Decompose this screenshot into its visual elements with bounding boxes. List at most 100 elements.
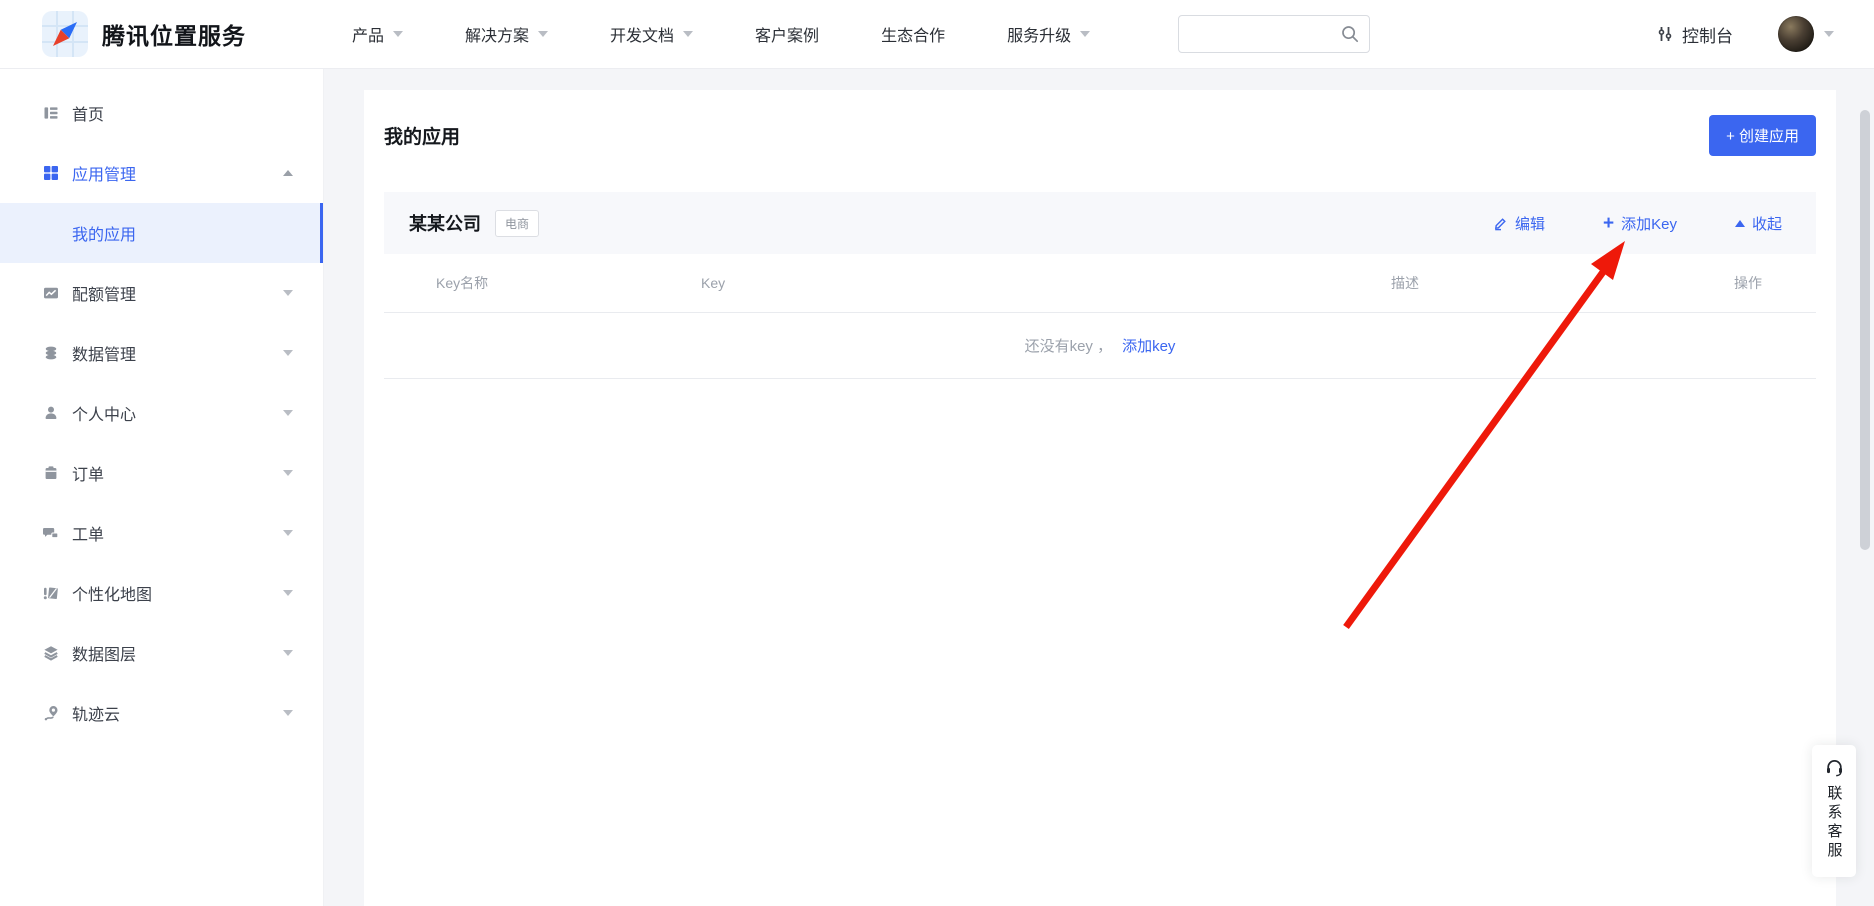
nav-label: 解决方案 (465, 22, 529, 46)
sidebar-item-data-management[interactable]: 数据管理 (0, 323, 323, 383)
ticket-chat-icon (43, 525, 59, 541)
sidebar-item-label: 应用管理 (72, 161, 136, 185)
order-clipboard-icon (43, 465, 59, 481)
sidebar-item-custom-map[interactable]: 个性化地图 (0, 563, 323, 623)
add-key-button[interactable]: + 添加Key (1603, 213, 1677, 234)
sidebar-item-label: 配额管理 (72, 281, 136, 305)
top-header: 腾讯位置服务 产品 解决方案 开发文档 客户案例 生态合作 服务升级 (0, 0, 1874, 69)
sidebar-item-data-layers[interactable]: 数据图层 (0, 623, 323, 683)
sidebar-item-track-cloud[interactable]: 轨迹云 (0, 683, 323, 743)
nav-item-service-upgrade[interactable]: 服务升级 (1007, 22, 1090, 46)
nav-label: 产品 (352, 22, 384, 46)
nav-label: 客户案例 (755, 22, 819, 46)
nav-item-docs[interactable]: 开发文档 (610, 22, 693, 46)
column-key-name: Key名称 (436, 254, 488, 313)
app-card-header: 某某公司 电商 编辑 + 添加Key (384, 192, 1816, 254)
empty-state-text: 还没有key ， (1025, 335, 1113, 356)
top-nav: 产品 解决方案 开发文档 客户案例 生态合作 服务升级 (352, 22, 1090, 46)
add-key-label: 添加Key (1621, 213, 1677, 234)
chevron-down-icon (1080, 31, 1090, 37)
contact-support-button[interactable]: 联系客服 (1812, 745, 1856, 877)
column-key: Key (701, 254, 725, 313)
nav-item-cases[interactable]: 客户案例 (755, 22, 819, 46)
nav-label: 生态合作 (881, 22, 945, 46)
chevron-down-icon (283, 350, 293, 356)
sidebar-item-label: 数据管理 (72, 341, 136, 365)
sidebar-item-personal-center[interactable]: 个人中心 (0, 383, 323, 443)
company-name: 某某公司 (409, 210, 481, 236)
sidebar-item-tickets[interactable]: 工单 (0, 503, 323, 563)
card-actions: 编辑 + 添加Key 收起 (1493, 213, 1782, 234)
chevron-down-icon (283, 650, 293, 656)
avatar[interactable] (1778, 16, 1814, 52)
track-pin-icon (43, 705, 59, 721)
edit-button[interactable]: 编辑 (1493, 213, 1545, 234)
brand[interactable]: 腾讯位置服务 (42, 11, 246, 57)
add-key-link[interactable]: 添加key (1122, 335, 1175, 356)
sidebar-item-my-apps[interactable]: 我的应用 (0, 203, 323, 263)
headset-icon (1824, 757, 1845, 778)
collapse-button[interactable]: 收起 (1735, 213, 1782, 234)
chevron-down-icon (283, 290, 293, 296)
sidebar-item-label: 轨迹云 (72, 701, 120, 725)
nav-item-solutions[interactable]: 解决方案 (465, 22, 548, 46)
scrollbar-thumb[interactable] (1860, 110, 1870, 550)
layers-icon (43, 645, 59, 661)
title-row: 我的应用 + 创建应用 (384, 115, 1816, 156)
chevron-down-icon (393, 31, 403, 37)
chevron-down-icon (283, 470, 293, 476)
grid-icon (43, 165, 59, 181)
console-link[interactable]: 控制台 (1656, 22, 1733, 47)
search-icon (1340, 24, 1360, 44)
custom-map-icon (43, 585, 59, 601)
sidebar: 首页 应用管理 我的应用 配额管理 数据管理 (0, 69, 324, 906)
app-card: 某某公司 电商 编辑 + 添加Key (384, 192, 1816, 379)
console-sliders-icon (1656, 25, 1674, 43)
sidebar-item-label: 订单 (72, 461, 104, 485)
triangle-up-icon (1735, 220, 1745, 227)
content-area: 我的应用 + 创建应用 某某公司 电商 编辑 + 添 (324, 69, 1874, 906)
nav-item-products[interactable]: 产品 (352, 22, 403, 46)
home-list-icon (43, 105, 59, 121)
chevron-down-icon (283, 590, 293, 596)
main-panel: 我的应用 + 创建应用 某某公司 电商 编辑 + 添 (364, 90, 1836, 906)
empty-state-row: 还没有key ， 添加key (384, 313, 1816, 379)
collapse-label: 收起 (1752, 213, 1782, 234)
avatar-chevron-down-icon[interactable] (1824, 31, 1834, 37)
chevron-down-icon (283, 530, 293, 536)
brand-logo-icon (42, 11, 88, 57)
header-right: 控制台 (1178, 15, 1834, 53)
chevron-down-icon (283, 710, 293, 716)
chevron-down-icon (538, 31, 548, 37)
nav-item-ecosystem[interactable]: 生态合作 (881, 22, 945, 46)
company-tag-badge: 电商 (495, 210, 539, 237)
sidebar-item-label: 我的应用 (72, 221, 136, 245)
create-app-button[interactable]: + 创建应用 (1709, 115, 1816, 156)
search-box (1178, 15, 1370, 53)
sidebar-item-label: 个性化地图 (72, 581, 152, 605)
page-title: 我的应用 (384, 122, 460, 149)
quota-chart-icon (43, 285, 59, 301)
column-desc: 描述 (1391, 254, 1419, 313)
nav-label: 开发文档 (610, 22, 674, 46)
sidebar-item-label: 个人中心 (72, 401, 136, 425)
sidebar-item-label: 首页 (72, 101, 104, 125)
sidebar-item-quota[interactable]: 配额管理 (0, 263, 323, 323)
sidebar-item-label: 数据图层 (72, 641, 136, 665)
user-icon (43, 405, 59, 421)
brand-name: 腾讯位置服务 (102, 17, 246, 51)
sidebar-item-label: 工单 (72, 521, 104, 545)
chevron-down-icon (283, 410, 293, 416)
edit-label: 编辑 (1515, 213, 1545, 234)
sidebar-item-orders[interactable]: 订单 (0, 443, 323, 503)
database-icon (43, 345, 59, 361)
chevron-down-icon (683, 31, 693, 37)
contact-support-label: 联系客服 (1824, 785, 1845, 861)
nav-label: 服务升级 (1007, 22, 1071, 46)
console-label: 控制台 (1682, 22, 1733, 47)
chevron-up-icon (283, 170, 293, 176)
column-action: 操作 (1734, 254, 1762, 313)
key-table-header: Key名称 Key 描述 操作 (384, 254, 1816, 313)
sidebar-item-home[interactable]: 首页 (0, 83, 323, 143)
sidebar-item-app-management[interactable]: 应用管理 (0, 143, 323, 203)
